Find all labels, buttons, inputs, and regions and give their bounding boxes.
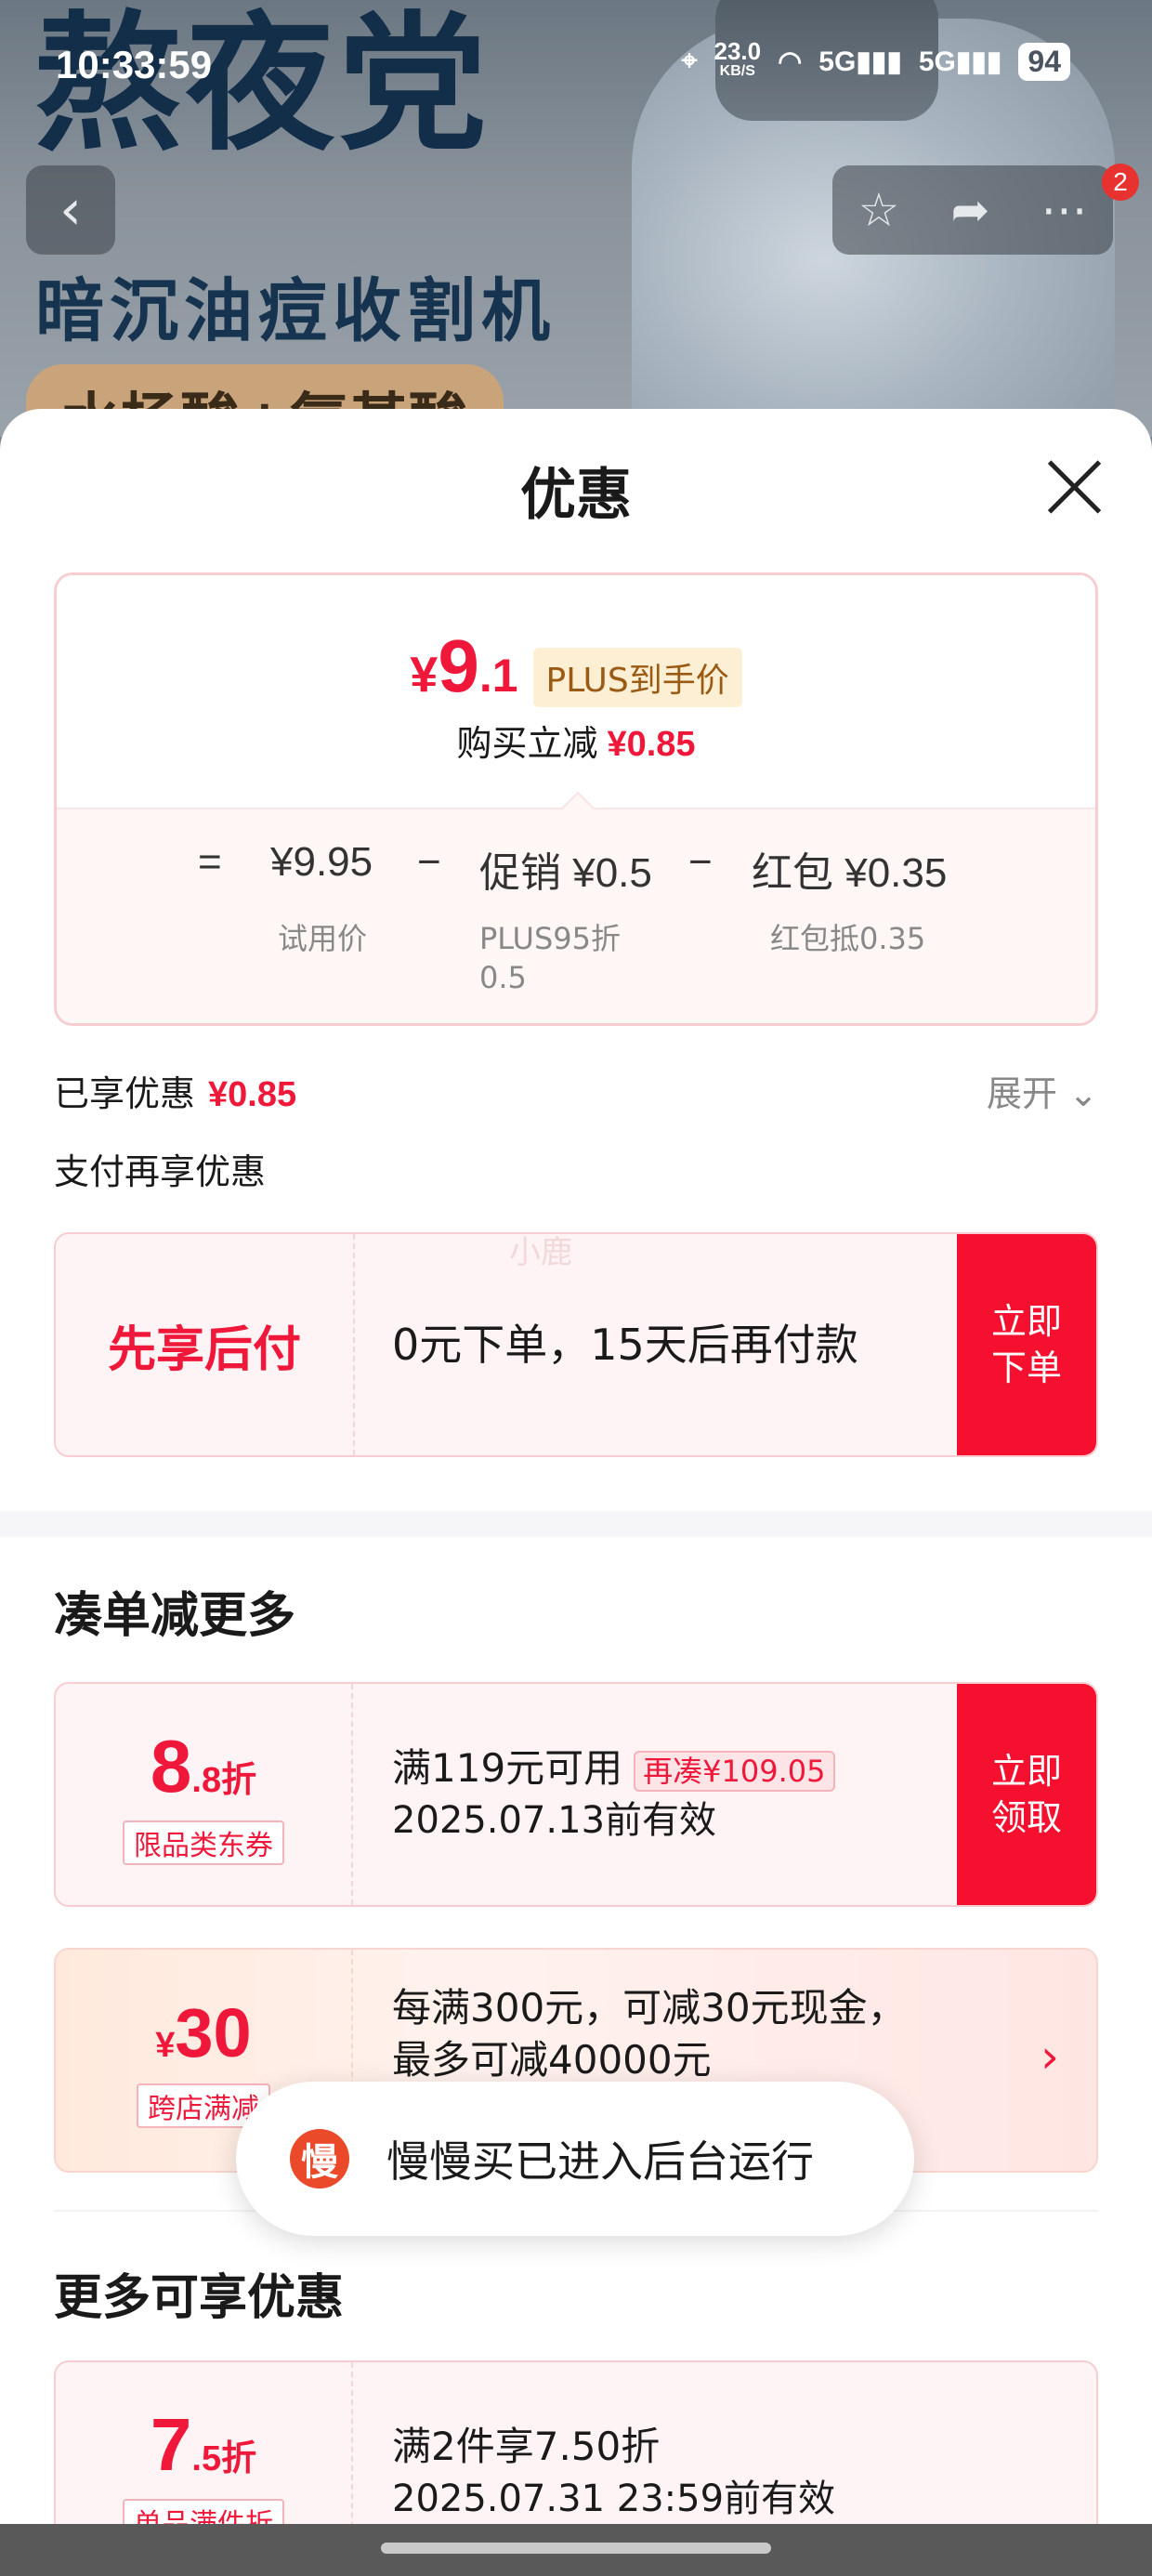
more-section-title: 凑单减更多	[54, 1588, 296, 1644]
minus-sign: −	[417, 839, 441, 885]
equals-sign: =	[198, 839, 222, 885]
share-icon[interactable]: ➦	[950, 183, 989, 237]
promo-label: PLUS95折 0.5	[479, 921, 621, 995]
message-badge: 2	[1102, 164, 1139, 201]
price-breakdown-card: ¥9.1 PLUS到手价 购买立减 ¥0.85 = ¥9.95 − 促销 ¥0.5…	[54, 572, 1098, 1026]
background-toast: 慢 慢慢买已进入后台运行	[236, 2082, 914, 2236]
toast-text: 慢慢买已进入后台运行	[386, 2136, 814, 2187]
claim-now-button[interactable]: 立即 领取	[957, 1684, 1096, 1905]
redpack-amount: 红包 ¥0.35	[752, 850, 948, 896]
coupon-type-tag: 限品类东券	[123, 1820, 284, 1865]
coupon-discount: 7.5折	[150, 2403, 257, 2486]
coupon-rule: 每满300元，可减30元现金，	[392, 1985, 907, 2031]
promo-amount: 促销 ¥0.5	[479, 850, 652, 896]
wifi-icon: ◠	[778, 46, 803, 77]
back-button[interactable]: ‹	[26, 165, 115, 255]
clock: 10:33:59	[56, 43, 213, 86]
section-divider	[0, 1511, 1152, 1537]
order-now-button[interactable]: 立即 下单	[957, 1234, 1096, 1455]
net-speed: 23.0 KB/S	[713, 37, 762, 79]
coupon-expiry: 2025.07.31 23:59前有效	[392, 2477, 836, 2520]
enjoyed-discount: 已享优惠 ¥0.85	[54, 1073, 297, 1114]
star-icon[interactable]: ☆	[858, 183, 900, 237]
home-indicator[interactable]	[381, 2543, 771, 2554]
sheet-title: 优惠	[520, 463, 632, 528]
coupon-expiry: 2025.07.13前有效	[392, 1799, 717, 1842]
chevron-left-icon: ‹	[59, 177, 82, 243]
plus-price-tag: PLUS到手价	[532, 648, 742, 707]
chevron-right-icon: ›	[1041, 2030, 1059, 2083]
close-icon[interactable]	[1044, 457, 1104, 517]
location-icon: ⌖	[681, 46, 698, 76]
more-icon[interactable]: ⋯	[1041, 183, 1087, 237]
banner-subline: 暗沉油痘收割机	[35, 271, 556, 351]
coupon-condition: 满2件享7.50折	[392, 2424, 661, 2469]
minus-sign-2: −	[688, 839, 713, 885]
status-bar: 10:33:59 ⌖ 23.0 KB/S ◠ 5G▮▮▮ 5G▮▮▮ 94	[0, 0, 1152, 139]
coupon-limit: 最多可减40000元	[392, 2037, 712, 2083]
final-price: ¥9.1	[410, 624, 518, 707]
battery-icon: 94	[1018, 42, 1070, 81]
app-logo-icon: 慢	[290, 2129, 349, 2188]
bnpl-card[interactable]: 先享后付 小鹿 0元下单，15天后再付款 立即 下单	[54, 1232, 1098, 1457]
pay-again-label: 支付再享优惠	[54, 1151, 267, 1192]
base-price-label: 试用价	[278, 921, 368, 956]
discount-sheet: 优惠 ¥9.1 PLUS到手价 购买立减 ¥0.85 = ¥9.95 − 促销 ¥…	[0, 409, 1152, 2576]
redpack-label: 红包抵0.35	[770, 921, 926, 956]
coupon-card[interactable]: 8.8折 限品类东券 满119元可用 再凑¥109.05 2025.07.13前有…	[54, 1682, 1098, 1907]
base-price: ¥9.95	[270, 839, 373, 885]
top-actions: ☆ ➦ ⋯	[832, 165, 1113, 255]
chevron-down-icon: ⌄	[1068, 1073, 1098, 1114]
bnpl-title: 先享后付	[107, 1321, 301, 1378]
bnpl-desc: 0元下单，15天后再付款	[392, 1320, 858, 1370]
signal-icon: 5G▮▮▮	[818, 46, 902, 77]
coupon-condition: 满119元可用	[392, 1745, 623, 1791]
instant-reduce: 购买立减 ¥0.85	[456, 723, 696, 764]
expand-toggle[interactable]: 展开 ⌄	[987, 1065, 1098, 1116]
signal-icon-2: 5G▮▮▮	[918, 46, 1002, 77]
coupon-discount: 8.8折	[150, 1725, 257, 1807]
extra-section-title: 更多可享优惠	[54, 2270, 345, 2326]
coupon-amount: ¥30	[155, 1993, 252, 2071]
coupon-gap-badge: 再凑¥109.05	[634, 1751, 835, 1792]
